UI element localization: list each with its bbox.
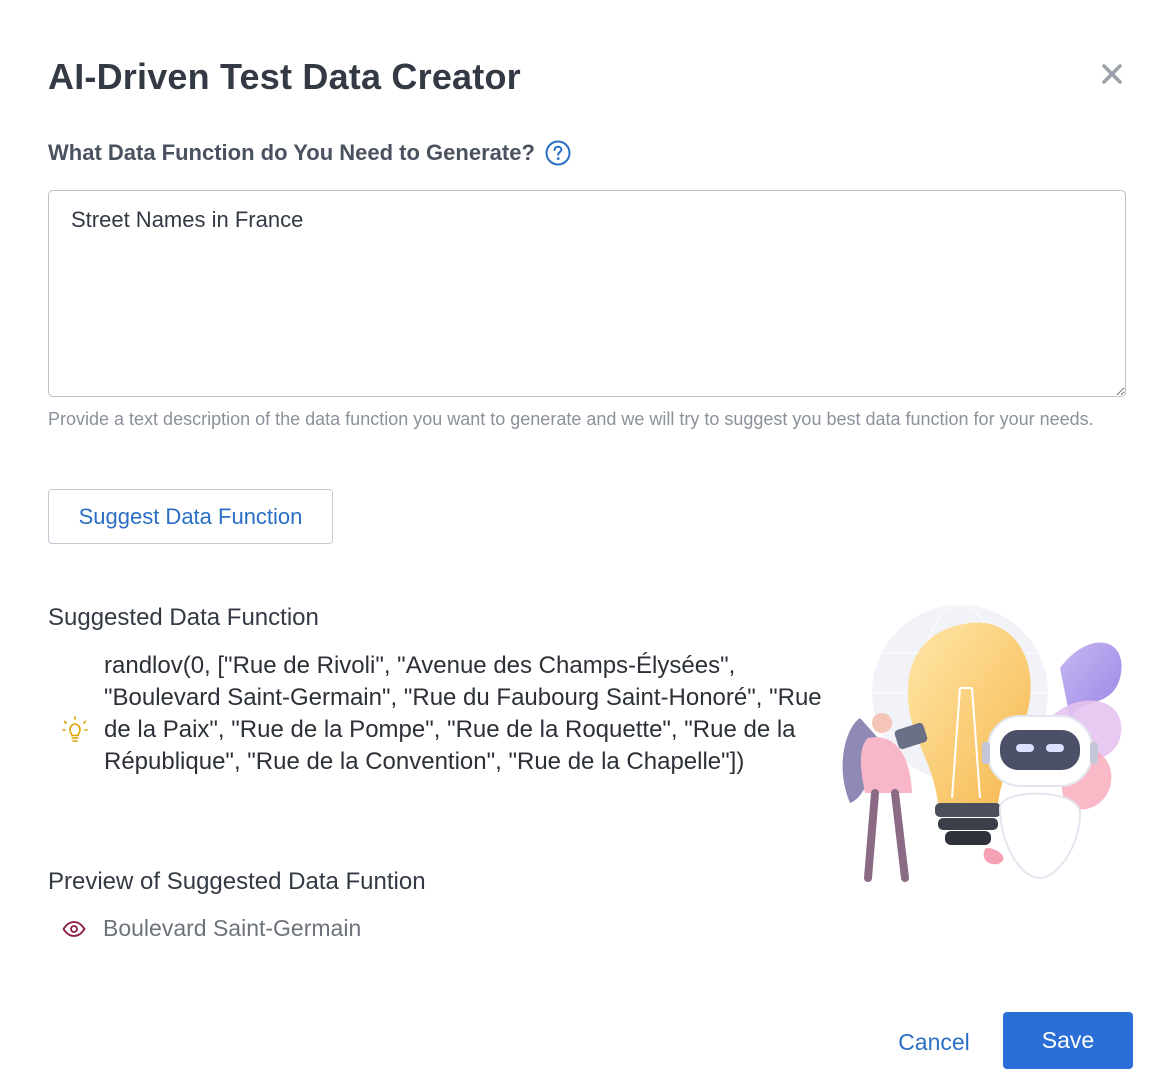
preview-value: Boulevard Saint-Germain <box>103 915 362 941</box>
suggest-data-function-button[interactable]: Suggest Data Function <box>48 489 333 544</box>
eye-icon <box>62 921 86 937</box>
preview-title: Preview of Suggested Data Funtion <box>48 868 426 895</box>
close-icon <box>1102 64 1122 84</box>
dialog: AI-Driven Test Data Creator What Data Fu… <box>0 0 1175 1087</box>
suggested-function-title: Suggested Data Function <box>48 604 319 631</box>
helper-text: Provide a text description of the data f… <box>48 409 1094 429</box>
lightbulb-icon <box>62 716 88 742</box>
question-label: What Data Function do You Need to Genera… <box>48 140 535 165</box>
question-label-row: What Data Function do You Need to Genera… <box>48 140 571 166</box>
save-button[interactable]: Save <box>1003 1012 1133 1069</box>
dialog-title: AI-Driven Test Data Creator <box>48 56 521 97</box>
suggested-function-text: randlov(0, ["Rue de Rivoli", "Avenue des… <box>104 652 822 775</box>
cancel-button[interactable]: Cancel <box>884 1014 984 1070</box>
ai-robot-lightbulb-illustration <box>842 604 1122 882</box>
question-circle-icon[interactable] <box>545 140 571 166</box>
description-textarea[interactable]: Street Names in France <box>48 190 1126 397</box>
close-button[interactable] <box>1098 60 1126 88</box>
